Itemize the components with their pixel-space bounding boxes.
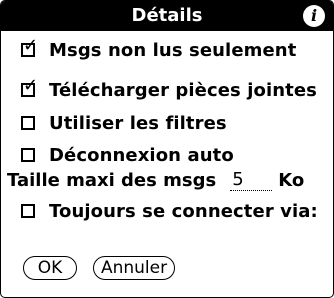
max-size-row: Taille maxi des msgs Ko [7, 167, 304, 193]
info-icon[interactable]: i [303, 5, 325, 27]
cancel-button[interactable]: Annuler [93, 256, 175, 280]
option-unread-only[interactable]: ✓ Msgs non lus seulement [21, 37, 296, 63]
title-bar: Détails i [1, 1, 333, 31]
ok-button[interactable]: OK [23, 256, 77, 280]
checkbox[interactable]: ✓ [21, 37, 38, 57]
option-always-connect[interactable]: Toujours se connecter via: [21, 198, 318, 224]
dialog-title: Détails [131, 5, 203, 26]
checkbox[interactable] [21, 116, 35, 130]
option-label: Utiliser les filtres [49, 112, 227, 134]
checkbox[interactable] [21, 204, 35, 218]
option-label: Télécharger pièces jointes [49, 79, 317, 101]
option-use-filters[interactable]: Utiliser les filtres [21, 110, 227, 136]
max-size-label: Taille maxi des msgs [7, 169, 217, 191]
checkmark-icon: ✓ [23, 75, 39, 96]
option-download-attachments[interactable]: ✓ Télécharger pièces jointes [21, 77, 317, 103]
size-unit-label: Ko [278, 169, 305, 191]
checkmark-icon: ✓ [23, 35, 39, 56]
max-size-input[interactable] [230, 169, 273, 191]
option-label: Déconnexion auto [49, 144, 234, 166]
option-label: Toujours se connecter via: [49, 200, 318, 222]
option-auto-disconnect[interactable]: Déconnexion auto [21, 142, 234, 168]
checkbox[interactable] [21, 148, 35, 162]
details-dialog: Détails i ✓ Msgs non lus seulement ✓ Tél… [0, 0, 334, 298]
checkbox[interactable]: ✓ [21, 77, 38, 97]
option-label: Msgs non lus seulement [49, 39, 297, 61]
